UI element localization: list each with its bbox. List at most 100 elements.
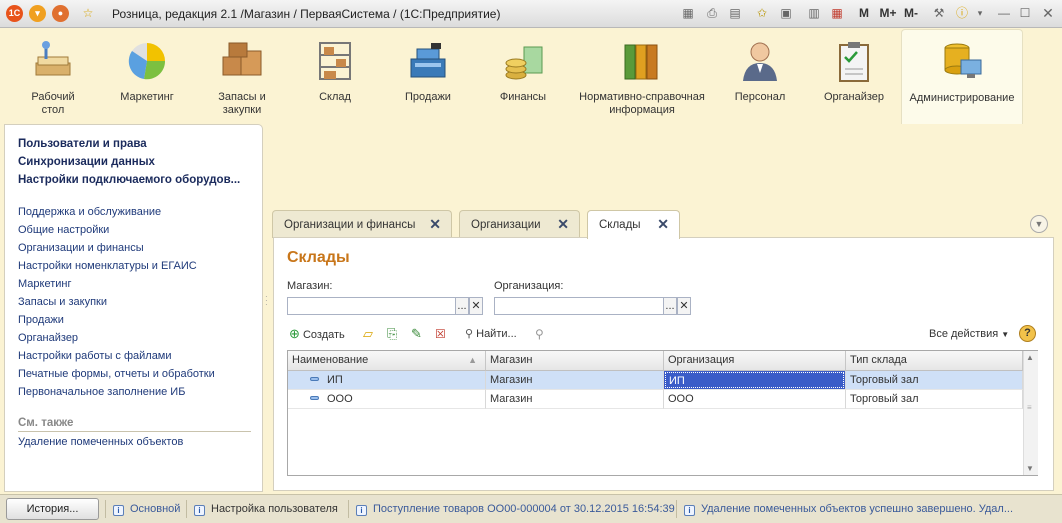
sidebar-link-stock[interactable]: Запасы и закупки (18, 296, 107, 308)
minimize-icon[interactable]: — (996, 5, 1012, 21)
print-icon[interactable]: ⎙ (704, 5, 720, 21)
tab-orgs-finance[interactable]: Организации и финансы ✕ (272, 210, 452, 238)
history-button[interactable]: История... (6, 498, 99, 520)
database-icon (939, 40, 985, 84)
add-favorite-icon[interactable]: ✩ (754, 5, 770, 21)
sidebar-link-files[interactable]: Настройки работы с файлами (18, 350, 172, 362)
store-filter-input[interactable] (287, 297, 456, 315)
calendar-icon[interactable]: ▦ (829, 5, 845, 21)
tab-organizations[interactable]: Организации ✕ (459, 210, 580, 238)
copy-icon[interactable]: ⎘ (387, 324, 397, 344)
memory-minus-button[interactable]: M- (900, 5, 922, 21)
status-item-delete-result[interactable]: i Удаление помеченных объектов успешно за… (684, 503, 1013, 516)
chevron-down-icon: ▼ (1001, 330, 1010, 339)
sidebar-link-nomenclature[interactable]: Настройки номенклатуры и ЕГАИС (18, 260, 197, 272)
section-administration[interactable]: Администрирование (901, 29, 1023, 124)
mark-delete-icon[interactable]: ☒ (435, 324, 446, 344)
sidebar-link-print-forms[interactable]: Печатные формы, отчеты и обработки (18, 368, 215, 380)
status-item-label: Удаление помеченных объектов успешно зав… (701, 503, 1013, 515)
status-item-receipt[interactable]: i Поступление товаров ОО00-000004 от 30.1… (356, 503, 675, 516)
sidebar-item-equipment[interactable]: Настройки подключаемого оборудов... (18, 174, 240, 186)
cell-name-text: ООО (327, 393, 353, 405)
find-button[interactable]: ⚲ Найти... (465, 324, 517, 344)
table-scrollbar[interactable]: ▲ ≡ ▼ (1023, 351, 1038, 475)
column-header-type[interactable]: Тип склада (846, 351, 1023, 371)
see-also-heading: См. также (18, 417, 251, 432)
panel-splitter-handle[interactable]: · · · (265, 293, 268, 309)
close-tab-icon[interactable]: ✕ (429, 216, 441, 233)
org-clear-button[interactable]: ✕ (677, 297, 691, 315)
app-menu-icon[interactable]: ● (52, 5, 69, 22)
scroll-down-icon[interactable]: ▼ (1026, 464, 1034, 473)
sidebar-link-delete-marked[interactable]: Удаление помеченных объектов (18, 436, 183, 448)
table-row[interactable]: ООО Магазин ООО Торговый зал (288, 390, 1023, 409)
main-menu-icon[interactable]: ▾ (29, 5, 46, 22)
section-stock[interactable]: Запасы и закупки (205, 29, 279, 121)
create-button[interactable]: ⊕ Создать (289, 324, 345, 344)
cancel-search-icon[interactable]: ⚲ (535, 324, 544, 344)
sidebar-link-sales[interactable]: Продажи (18, 314, 64, 326)
info-icon[interactable]: ⓘ (954, 5, 970, 21)
close-tab-icon[interactable]: ✕ (557, 216, 569, 233)
section-desktop[interactable]: Рабочий стол (16, 29, 90, 121)
memory-m-button[interactable]: M (856, 5, 872, 21)
plus-circle-icon: ⊕ (289, 326, 300, 341)
scroll-up-icon[interactable]: ▲ (1026, 353, 1034, 362)
sidebar-item-data-sync[interactable]: Синхронизации данных (18, 156, 155, 168)
store-clear-button[interactable]: ✕ (469, 297, 483, 315)
column-header-store[interactable]: Магазин (486, 351, 664, 371)
sidebar-link-general-settings[interactable]: Общие настройки (18, 224, 109, 236)
form-toolbar: ⊕ Создать ▱ ⎘ ✎ ☒ ⚲ Найти... ⚲ Все дейст… (287, 324, 1047, 344)
column-header-organization[interactable]: Организация (664, 351, 846, 371)
calculator-icon[interactable]: ▥ (806, 5, 822, 21)
sections-panel: Рабочий стол Маркетинг Запасы и закупки … (0, 29, 1062, 124)
warehouses-table[interactable]: Наименование ▲ Магазин Организация Тип ск… (287, 350, 1038, 476)
sidebar-link-orgs-finance[interactable]: Организации и финансы (18, 242, 144, 254)
section-personnel[interactable]: Персонал (723, 29, 797, 121)
sidebar-item-users-rights[interactable]: Пользователи и права (18, 138, 147, 150)
help-button[interactable]: ? (1019, 325, 1036, 342)
status-item-main[interactable]: i Основной (113, 503, 180, 516)
app-logo-icon[interactable]: 1С (6, 5, 23, 22)
sidebar-link-initial-fill[interactable]: Первоначальное заполнение ИБ (18, 386, 185, 398)
cell-organization-current[interactable]: ИП (664, 371, 846, 390)
section-label: Нормативно-справочная информация (579, 91, 705, 116)
table-row[interactable]: ИП Магазин ИП Торговый зал (288, 371, 1023, 390)
status-item-user-settings[interactable]: i Настройка пользователя (194, 503, 338, 516)
close-icon[interactable]: ✕ (1040, 5, 1056, 21)
preview-icon[interactable]: ▤ (727, 5, 743, 21)
cell-store: Магазин (486, 390, 664, 409)
tab-warehouses[interactable]: Склады ✕ (587, 210, 680, 239)
info-icon: i (194, 505, 205, 516)
all-actions-button[interactable]: Все действия ▼ (929, 324, 1009, 344)
sidebar-link-support[interactable]: Поддержка и обслуживание (18, 206, 161, 218)
sidebar-link-organizer[interactable]: Органайзер (18, 332, 78, 344)
favorites-star-icon[interactable]: ☆ (80, 5, 96, 21)
org-select-button[interactable]: ... (663, 297, 677, 315)
section-marketing[interactable]: Маркетинг (110, 29, 184, 121)
save-icon[interactable]: ▦ (680, 5, 696, 21)
status-separator (186, 500, 187, 518)
section-finance[interactable]: Финансы (486, 29, 560, 121)
tabs-menu-chevron-icon[interactable]: ▼ (1030, 215, 1048, 233)
clipboard-icon (831, 39, 877, 83)
edit-pencil-icon[interactable]: ✎ (411, 324, 422, 344)
title-bar: 1С ▾ ● ☆ Розница, редакция 2.1 /Магазин … (0, 0, 1062, 28)
scroll-thumb-grip[interactable]: ≡ (1027, 403, 1032, 412)
info-dropdown-icon[interactable]: ▾ (972, 5, 988, 21)
maximize-icon[interactable]: ☐ (1017, 5, 1033, 21)
memory-plus-button[interactable]: M+ (877, 5, 899, 21)
tools-icon[interactable]: ⚒ (931, 5, 947, 21)
section-reference-info[interactable]: Нормативно-справочная информация (575, 29, 709, 121)
history-icon[interactable]: ▣ (778, 5, 794, 21)
org-filter-input[interactable] (494, 297, 664, 315)
store-select-button[interactable]: ... (455, 297, 469, 315)
status-separator (676, 500, 677, 518)
section-organizer[interactable]: Органайзер (817, 29, 891, 121)
sidebar-link-marketing[interactable]: Маркетинг (18, 278, 71, 290)
column-header-name[interactable]: Наименование ▲ (288, 351, 486, 371)
section-sales[interactable]: Продажи (391, 29, 465, 121)
create-folder-icon[interactable]: ▱ (363, 324, 373, 344)
close-tab-icon[interactable]: ✕ (657, 216, 669, 233)
section-warehouse[interactable]: Склад (298, 29, 372, 121)
